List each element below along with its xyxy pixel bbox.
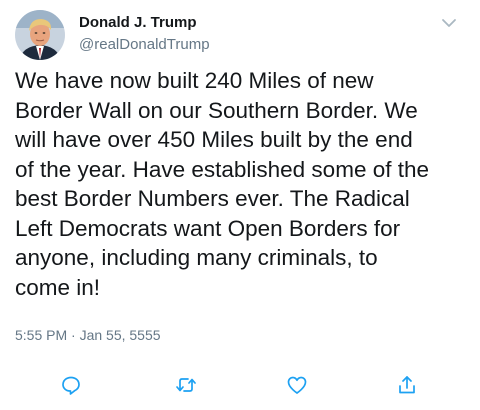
display-name[interactable]: Donald J. Trump — [79, 14, 197, 32]
avatar[interactable] — [15, 10, 65, 60]
tweet-text: We have now built 240 Miles of new Borde… — [15, 68, 429, 300]
chevron-down-icon[interactable] — [438, 14, 460, 32]
tweet-actions — [0, 366, 480, 400]
user-handle[interactable]: @realDonaldTrump — [79, 36, 210, 54]
tweet-card: Donald J. Trump @realDonaldTrump We have… — [0, 0, 480, 410]
like-icon[interactable] — [286, 374, 308, 396]
retweet-icon[interactable] — [175, 374, 197, 396]
tweet-timestamp[interactable]: 5:55 PM · Jan 55, 5555 — [15, 326, 161, 344]
avatar-image — [15, 10, 65, 60]
share-icon[interactable] — [396, 374, 418, 396]
reply-icon[interactable] — [60, 374, 82, 396]
